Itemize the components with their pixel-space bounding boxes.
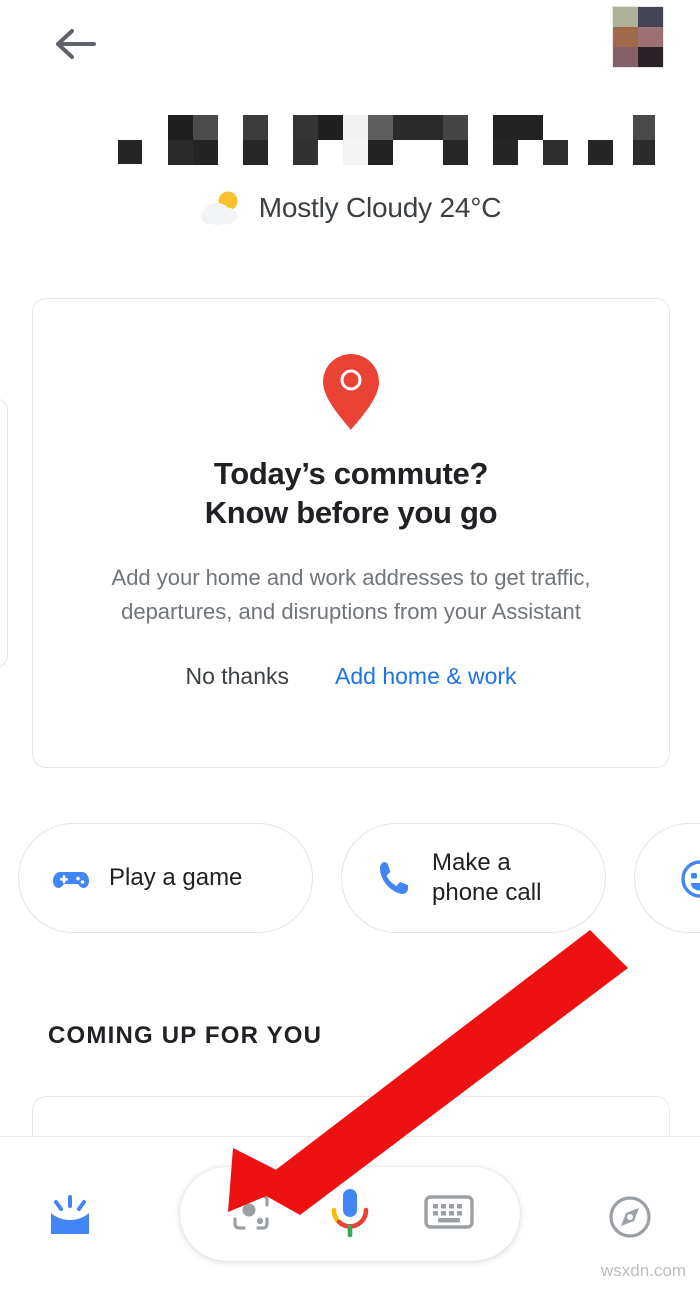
partly-cloudy-icon — [199, 188, 245, 228]
google-snapshot-icon — [44, 1192, 96, 1247]
explore-nav-button[interactable] — [598, 1187, 662, 1251]
redacted-pixel-block — [633, 140, 655, 165]
redacted-pixel-block — [343, 115, 368, 140]
card-title-line1: Today’s commute? — [213, 456, 489, 491]
redacted-pixel-block — [588, 140, 613, 165]
redacted-pixel-block — [493, 115, 543, 140]
section-title-coming-up: COMING UP FOR YOU — [48, 1022, 323, 1049]
keyboard-icon — [423, 1192, 475, 1237]
greeting-redacted-text — [0, 112, 700, 166]
redacted-pixel-block — [293, 115, 318, 140]
redacted-pixel-block — [293, 140, 318, 165]
avatar-tile — [638, 27, 663, 47]
weather-text: Mostly Cloudy 24°C — [258, 192, 502, 223]
smiley-face-icon — [679, 858, 700, 898]
bottom-navigation-bar — [0, 1136, 700, 1291]
redacted-pixel-block — [493, 140, 518, 165]
redacted-pixel-block — [193, 140, 218, 165]
back-button[interactable] — [48, 20, 104, 68]
redacted-pixel-block — [633, 115, 655, 140]
redacted-pixel-block — [168, 115, 193, 140]
weather-row[interactable]: Mostly Cloudy 24°C — [0, 182, 700, 234]
avatar-tile — [613, 47, 638, 67]
add-home-work-button[interactable]: Add home & work — [335, 663, 517, 690]
top-bar — [0, 0, 700, 86]
google-assistant-mic-icon — [325, 1185, 375, 1244]
redacted-pixel-block — [443, 115, 468, 140]
assistant-mic-button[interactable] — [321, 1185, 379, 1243]
phone-icon — [374, 858, 414, 898]
chip-emoji[interactable] — [634, 823, 700, 933]
suggestion-chips-row[interactable]: Play a game Make a phone call — [0, 822, 700, 934]
redacted-pixel-block — [443, 140, 468, 165]
redacted-pixel-block — [243, 140, 268, 165]
redacted-pixel-block — [368, 140, 393, 165]
card-title-line2: Know before you go — [204, 494, 498, 530]
snapshot-nav-button[interactable] — [38, 1187, 102, 1251]
redacted-pixel-block — [368, 115, 393, 140]
avatar-tile — [638, 47, 663, 67]
lens-button[interactable] — [222, 1185, 280, 1243]
gamepad-icon — [51, 858, 91, 898]
back-arrow-icon — [54, 27, 98, 61]
redacted-pixel-block — [168, 140, 193, 165]
redacted-pixel-block — [343, 140, 368, 165]
redacted-pixel-block — [543, 140, 568, 165]
map-pin-icon — [318, 351, 384, 433]
chip-label: Play a game — [109, 864, 243, 891]
card-title: Today’s commute? Know before you go — [205, 455, 498, 533]
keyboard-button[interactable] — [420, 1185, 478, 1243]
avatar[interactable] — [612, 6, 664, 68]
google-lens-icon — [227, 1188, 275, 1241]
commute-setup-card: Today’s commute? Know before you go Add … — [32, 298, 670, 768]
avatar-tile — [613, 27, 638, 47]
chip-play-a-game[interactable]: Play a game — [18, 823, 313, 933]
redacted-pixel-block — [243, 115, 268, 140]
card-actions: No thanks Add home & work — [185, 663, 516, 690]
assistant-search-pill — [180, 1167, 520, 1261]
compass-explore-icon — [605, 1192, 655, 1247]
avatar-tile — [613, 7, 638, 27]
redacted-pixel-block — [193, 115, 218, 140]
chip-make-a-phone-call[interactable]: Make a phone call — [341, 823, 606, 933]
chip-label: Make a phone call — [432, 849, 542, 906]
no-thanks-button[interactable]: No thanks — [185, 663, 289, 690]
redacted-pixel-block — [118, 140, 142, 164]
redacted-pixel-block — [318, 115, 343, 140]
offscreen-card-sliver — [0, 398, 8, 668]
redacted-pixel-block — [393, 115, 443, 140]
avatar-tile — [638, 7, 663, 27]
assistant-home-screen: Mostly Cloudy 24°C Today’s commute? Know… — [0, 0, 700, 1291]
card-body-text: Add your home and work addresses to get … — [111, 564, 591, 624]
watermark: wsxdn.com — [600, 1261, 686, 1280]
